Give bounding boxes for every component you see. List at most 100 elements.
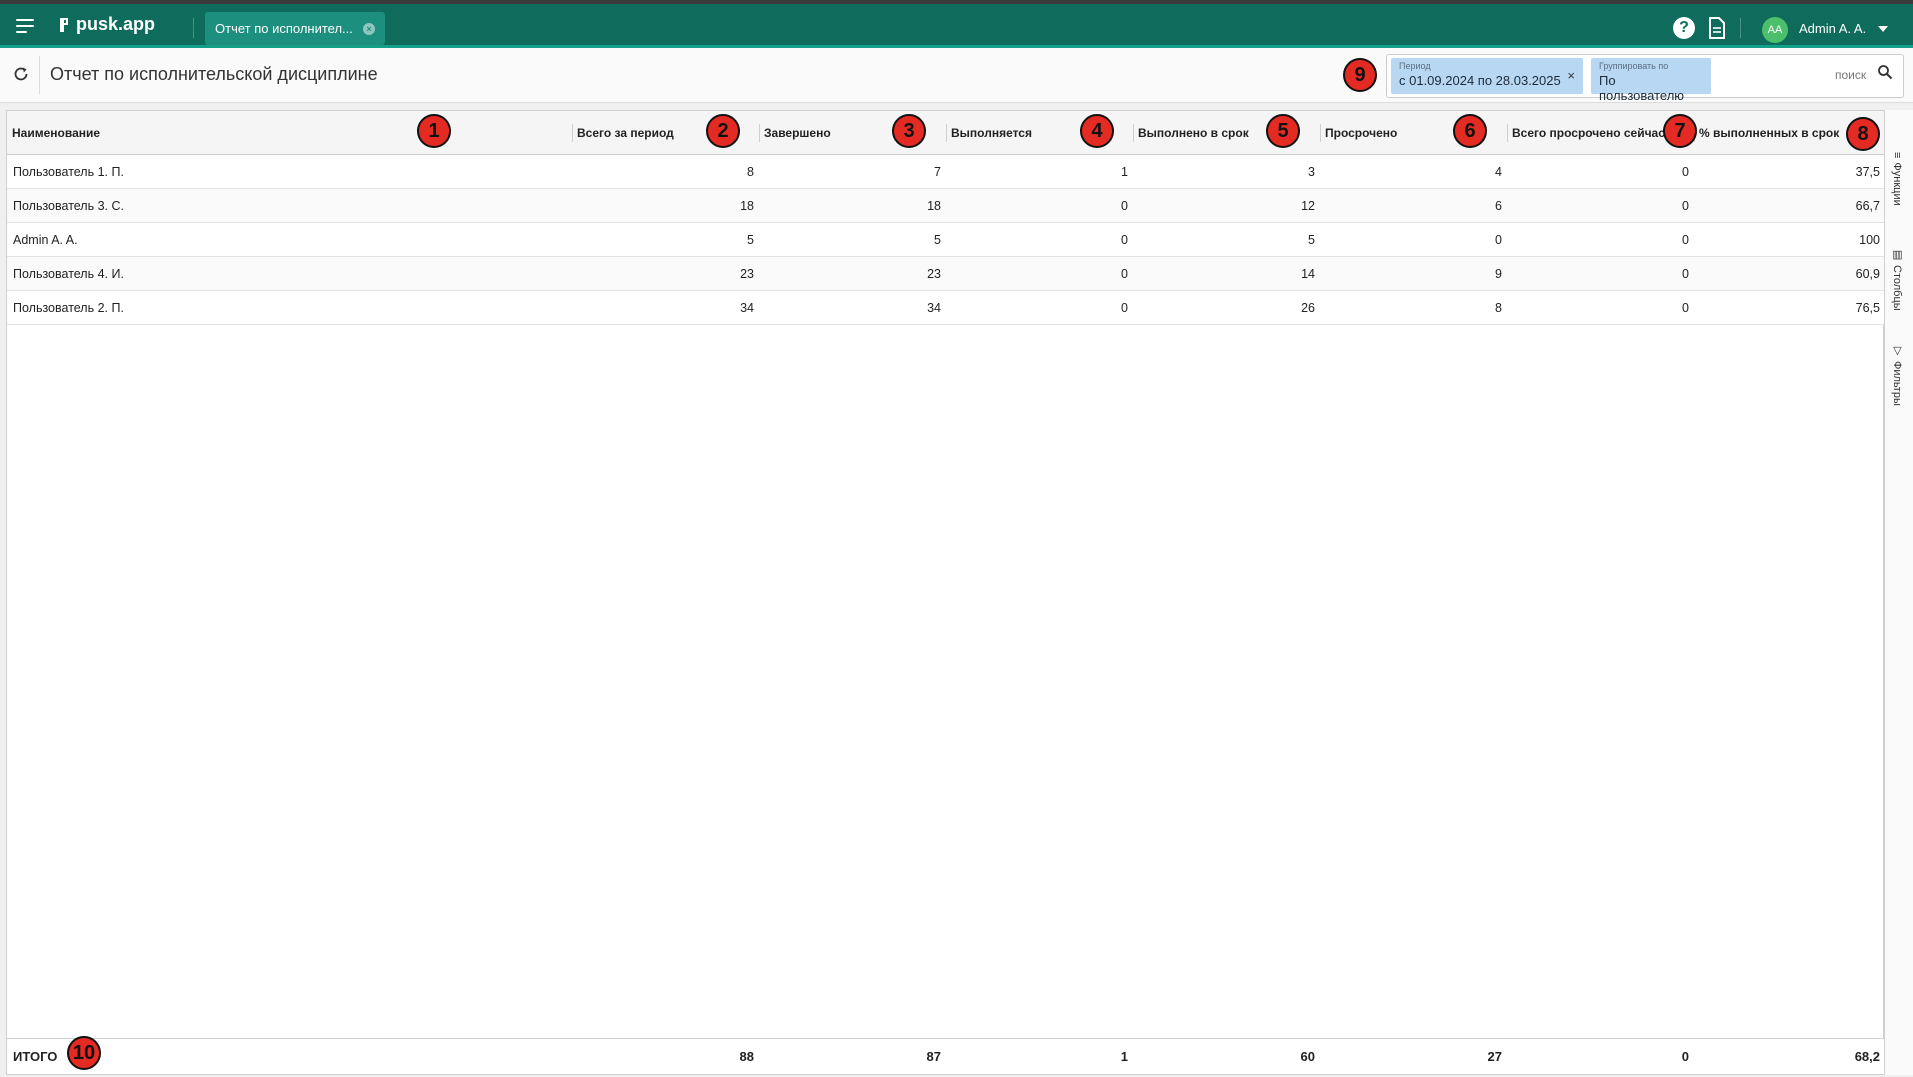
row-value-cell: 18	[927, 199, 941, 213]
totals-row: ИТОГО 10 88 87 1 60 27 0 68,2	[7, 1036, 1885, 1074]
page-title: Отчет по исполнительской дисциплине	[50, 64, 378, 84]
side-tab-label: Функции	[1891, 162, 1903, 206]
row-value-cell: 0	[1682, 199, 1689, 213]
chip-label: Группировать по	[1599, 61, 1669, 71]
row-value-cell: 100	[1859, 233, 1880, 247]
top-app-bar: pusk.app Отчет по исполнител... × ? AA A…	[0, 0, 1913, 48]
user-name[interactable]: Admin A. A.	[1799, 21, 1866, 36]
row-name-cell: Пользователь 3. С.	[13, 199, 124, 213]
row-value-cell: 34	[927, 301, 941, 315]
annotation-badge-4: 4	[1080, 114, 1114, 148]
table-row[interactable]: Пользователь 1. П. 8 7 1 3 4 0 37,5	[7, 155, 1885, 189]
row-value-cell: 0	[1682, 301, 1689, 315]
row-name-cell: Admin A. A.	[13, 233, 78, 247]
group-by-chip[interactable]: Группировать по По пользователю	[1591, 58, 1711, 103]
totals-cell: 87	[926, 1049, 941, 1064]
search-input[interactable]: поиск	[1835, 68, 1866, 82]
annotation-badge-5: 5	[1266, 114, 1300, 148]
close-tab-icon[interactable]: ×	[363, 23, 375, 35]
row-value-cell: 66,7	[1855, 199, 1880, 213]
totals-cell: 1	[1120, 1049, 1128, 1064]
row-value-cell: 0	[1495, 233, 1502, 247]
filter-icon: ▽	[1891, 344, 1903, 357]
chevron-down-icon[interactable]	[1878, 26, 1888, 32]
period-filter-chip[interactable]: Период с 01.09.2024 по 28.03.2025 ×	[1391, 58, 1583, 94]
row-value-cell: 4	[1495, 165, 1502, 179]
side-tab-functions[interactable]: ≡ Функции	[1891, 152, 1903, 206]
list-icon: ≡	[1891, 152, 1903, 159]
row-value-cell: 60,9	[1855, 267, 1880, 281]
totals-cell: 27	[1487, 1049, 1502, 1064]
row-value-cell: 0	[1682, 165, 1689, 179]
help-icon[interactable]: ?	[1673, 17, 1695, 39]
refresh-icon[interactable]	[12, 65, 30, 83]
chip-value: По пользователю	[1599, 73, 1685, 103]
row-name-cell: Пользователь 4. И.	[13, 267, 124, 281]
row-value-cell: 0	[1682, 267, 1689, 281]
table-header: Наименование Всего за период Завершено В…	[7, 111, 1885, 155]
chip-label: Период	[1399, 61, 1431, 71]
annotation-badge-1: 1	[417, 114, 451, 148]
document-icon[interactable]	[1707, 16, 1727, 40]
tab-label: Отчет по исполнител...	[215, 21, 353, 36]
row-value-cell: 3	[1308, 165, 1315, 179]
filter-bar[interactable]: Период с 01.09.2024 по 28.03.2025 × Груп…	[1386, 54, 1904, 103]
table-row[interactable]: Пользователь 4. И. 23 23 0 14 9 0 60,9	[7, 257, 1885, 291]
row-value-cell: 26	[1301, 301, 1315, 315]
row-value-cell: 12	[1301, 199, 1315, 213]
row-value-cell: 23	[740, 267, 754, 281]
annotation-badge-8: 8	[1846, 117, 1880, 151]
side-tab-filters[interactable]: ▽ Фильтры	[1891, 344, 1904, 406]
annotation-badge-6: 6	[1453, 114, 1487, 148]
table-row[interactable]: Admin A. A. 5 5 0 5 0 0 100	[7, 223, 1885, 257]
row-value-cell: 0	[1121, 301, 1128, 315]
row-value-cell: 7	[934, 165, 941, 179]
totals-cell: 0	[1681, 1049, 1689, 1064]
annotation-badge-9: 9	[1343, 58, 1377, 92]
row-value-cell: 0	[1121, 199, 1128, 213]
row-value-cell: 5	[1308, 233, 1315, 247]
row-value-cell: 9	[1495, 267, 1502, 281]
row-value-cell: 18	[740, 199, 754, 213]
row-name-cell: Пользователь 1. П.	[13, 165, 124, 179]
row-value-cell: 34	[740, 301, 754, 315]
row-value-cell: 8	[1495, 301, 1502, 315]
report-table: Наименование Всего за период Завершено В…	[6, 110, 1885, 1075]
side-panel: ≡ Функции ▥ Столбцы ▽ Фильтры	[1884, 110, 1913, 1075]
row-value-cell: 8	[747, 165, 754, 179]
row-value-cell: 1	[1121, 165, 1128, 179]
table-row[interactable]: Пользователь 2. П. 34 34 0 26 8 0 76,5	[7, 291, 1885, 325]
logo-text: pusk.app	[76, 14, 156, 34]
avatar[interactable]: AA	[1762, 17, 1788, 43]
table-row[interactable]: Пользователь 3. С. 18 18 0 12 6 0 66,7	[7, 189, 1885, 223]
close-icon[interactable]: ×	[1567, 68, 1575, 83]
tab-report[interactable]: Отчет по исполнител... ×	[205, 12, 385, 45]
totals-cell: 68,2	[1854, 1049, 1880, 1064]
chip-value: с 01.09.2024 по 28.03.2025	[1399, 73, 1561, 88]
row-name-cell: Пользователь 2. П.	[13, 301, 124, 315]
totals-cell: 88	[739, 1049, 754, 1064]
annotation-badge-3: 3	[892, 114, 926, 148]
annotation-badge-2: 2	[706, 114, 740, 148]
row-value-cell: 23	[927, 267, 941, 281]
divider	[193, 18, 194, 38]
row-value-cell: 37,5	[1855, 165, 1880, 179]
side-tab-label: Столбцы	[1891, 265, 1903, 311]
row-value-cell: 5	[934, 233, 941, 247]
search-icon[interactable]	[1877, 64, 1893, 80]
side-tab-label: Фильтры	[1891, 361, 1903, 406]
row-value-cell: 14	[1301, 267, 1315, 281]
hamburger-menu-icon[interactable]	[16, 19, 34, 33]
divider	[39, 56, 40, 94]
columns-icon: ▥	[1891, 248, 1903, 261]
row-value-cell: 6	[1495, 199, 1502, 213]
side-tab-columns[interactable]: ▥ Столбцы	[1891, 248, 1904, 311]
totals-cell: 60	[1300, 1049, 1315, 1064]
column-header-name[interactable]: Наименование	[7, 111, 572, 155]
page-header: Отчет по исполнительской дисциплине 9 Пе…	[0, 48, 1913, 103]
row-value-cell: 0	[1682, 233, 1689, 247]
app-logo[interactable]: pusk.app	[58, 14, 155, 35]
annotation-badge-10: 10	[67, 1036, 101, 1070]
annotation-badge-7: 7	[1663, 114, 1697, 148]
row-value-cell: 5	[747, 233, 754, 247]
